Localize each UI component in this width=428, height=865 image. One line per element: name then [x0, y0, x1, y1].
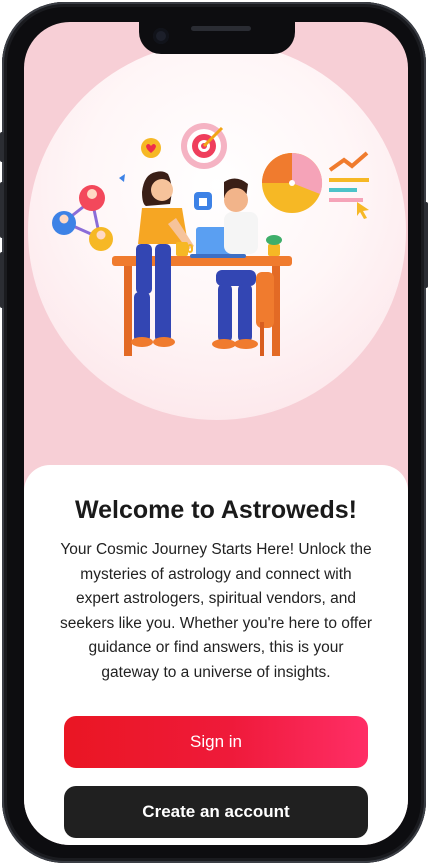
heart-icon — [141, 138, 161, 158]
trend-arrow-icon — [328, 151, 369, 202]
network-users-icon — [52, 185, 113, 251]
thumbs-up-icon — [194, 192, 212, 210]
coffee-mug-icon — [176, 242, 193, 256]
notch — [139, 22, 295, 54]
earpiece-speaker — [191, 26, 251, 31]
mute-switch — [0, 132, 4, 162]
app-screen: Welcome to Astroweds! Your Cosmic Journe… — [24, 22, 408, 845]
volume-up-button — [0, 182, 4, 238]
hero-illustration — [52, 123, 369, 356]
pie-chart-icon — [262, 152, 323, 213]
front-camera — [153, 28, 169, 44]
cursor-icon — [357, 202, 369, 219]
chair-illustration — [256, 272, 274, 356]
confetti-triangle-icon — [119, 174, 125, 182]
sign-in-button[interactable]: Sign in — [64, 716, 368, 768]
welcome-description: Your Cosmic Journey Starts Here! Unlock … — [60, 541, 372, 681]
create-account-button[interactable]: Create an account — [64, 786, 368, 838]
plant-icon — [266, 235, 282, 256]
phone-frame: Welcome to Astroweds! Your Cosmic Journe… — [0, 2, 428, 863]
target-icon — [181, 123, 227, 169]
power-button — [424, 202, 428, 288]
volume-down-button — [0, 252, 4, 308]
welcome-title: Welcome to Astroweds! — [75, 496, 357, 524]
